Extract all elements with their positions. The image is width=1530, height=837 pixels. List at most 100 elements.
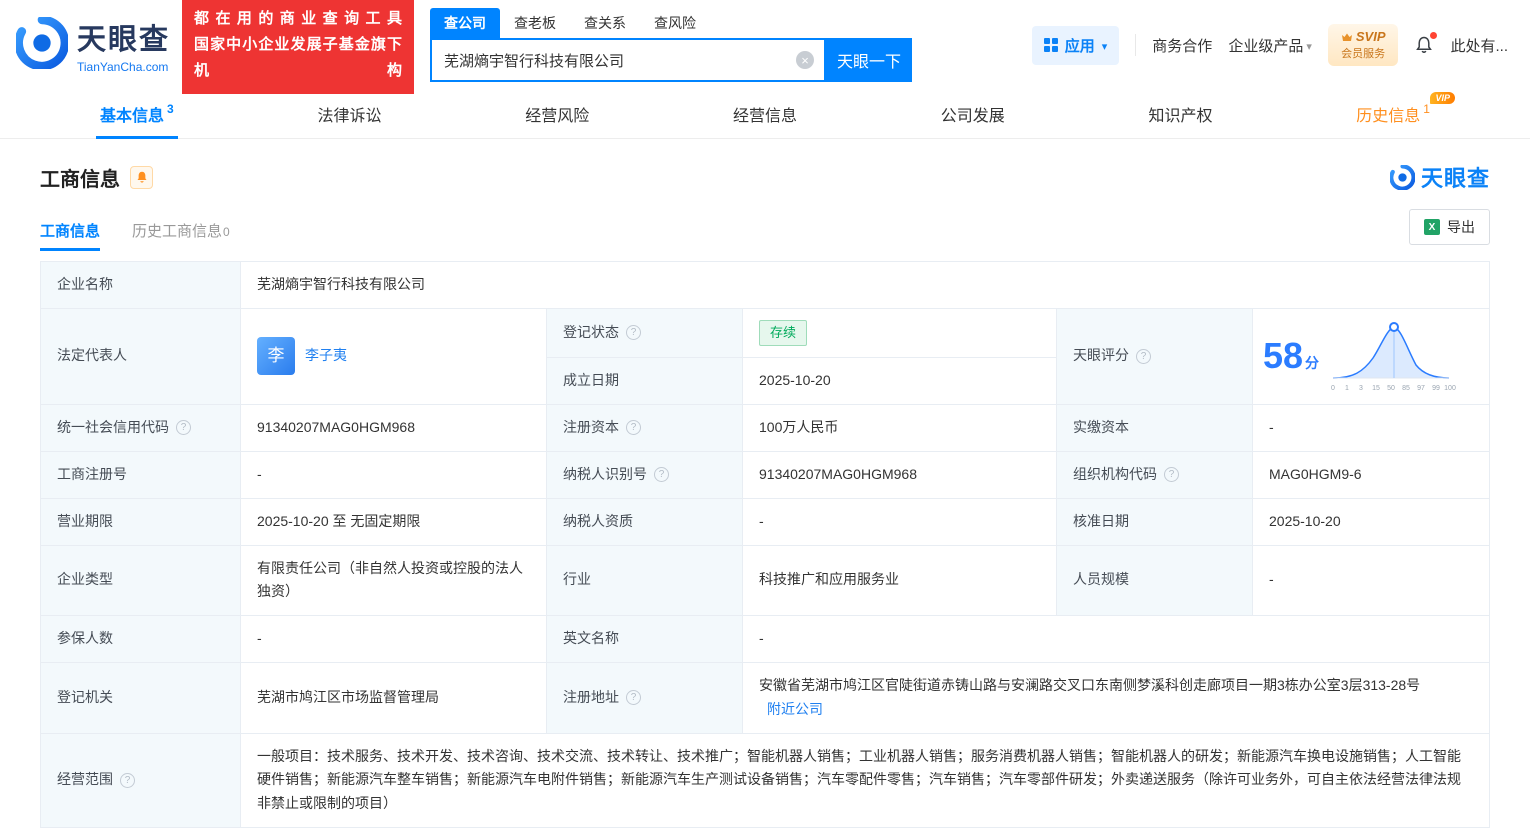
nav-enterprise-products[interactable]: 企业级产品 [1228,35,1312,56]
value-business-term: 2025-10-20 至 无固定期限 [241,498,547,546]
value-approval-date: 2025-10-20 [1253,498,1490,546]
tianyancha-logo[interactable]: 天眼查 TianYanCha.com [14,15,171,74]
score-marker [1389,322,1400,333]
search-tab-risk[interactable]: 查风险 [640,8,710,38]
search-button[interactable]: 天眼一下 [826,38,913,82]
search-tab-company[interactable]: 查公司 [430,8,501,38]
label-org-code: 组织机构代码 [1057,451,1253,499]
help-icon[interactable] [654,467,669,482]
search-input[interactable] [432,51,797,69]
tab-basic-info[interactable]: 基本信息 3 [90,90,184,139]
subtab-business-registration[interactable]: 工商信息 [40,220,101,251]
label-establish-date: 成立日期 [547,357,743,405]
subtab-history-registration[interactable]: 历史工商信息0 [132,220,230,251]
tab-company-development[interactable]: 公司发展 [931,90,1015,138]
help-icon[interactable] [1164,467,1179,482]
chevron-down-icon [1102,37,1108,54]
search-box [430,38,827,82]
value-tianyan-score[interactable]: 58 分 0 1 3 15 50 85 97 99 100 [1253,309,1490,405]
search-tab-relation[interactable]: 查关系 [570,8,640,38]
value-english-name: - [743,616,1490,664]
user-menu[interactable]: 此处有... [1450,35,1508,56]
tab-count: 1 [1423,102,1430,116]
label-tianyan-score: 天眼评分 [1057,309,1253,405]
svg-text:100: 100 [1444,385,1456,392]
label-registration-authority: 登记机关 [41,663,241,734]
value-company-name: 芜湖熵宇智行科技有限公司 [241,262,1490,309]
svip-membership-button[interactable]: SVIP 会员服务 [1327,24,1399,66]
value-paid-capital: - [1253,404,1490,452]
value-taxpayer-quality: - [743,498,1057,546]
svip-sublabel: 会员服务 [1341,48,1386,60]
label-registration-number: 工商注册号 [41,451,241,499]
section-title: 工商信息 [40,168,120,191]
tab-business-info[interactable]: 经营信息 [723,90,807,138]
label-staff-size: 人员规模 [1057,545,1253,617]
help-icon[interactable] [626,325,641,341]
logo-text-cn: 天眼查 [77,24,171,56]
tab-legal-proceedings[interactable]: 法律诉讼 [307,90,391,138]
label-industry: 行业 [547,545,743,617]
help-icon[interactable] [1136,348,1151,364]
business-info-table: 企业名称 芜湖熵宇智行科技有限公司 法定代表人 李 李子夷 登记状态 存续 天眼… [40,261,1490,829]
value-insured-count: - [241,616,547,664]
value-registration-number: - [241,451,547,499]
label-legal-representative: 法定代表人 [41,309,241,405]
tab-intellectual-property[interactable]: 知识产权 [1139,90,1223,138]
svip-label: SVIP [1355,29,1386,44]
label-credit-code: 统一社会信用代码 [41,404,241,452]
promo-banner-line2: 国家中小企业发展子基金旗下机构 [194,35,403,80]
main-content: 工商信息 天眼查 工商信息 历史工商信息0 X 导出 企业名称 芜湖熵宇智行科技… [0,161,1530,829]
top-header: 天眼查 TianYanCha.com 都在用的商业查询工具 国家中小企业发展子基… [0,0,1530,95]
tianyancha-watermark: 天眼查 [1389,161,1490,193]
search-tab-boss[interactable]: 查老板 [500,8,570,38]
value-taxpayer-id: 91340207MAG0HGM968 [743,451,1057,499]
header-right-nav: 应用 商务合作 企业级产品 SVIP 会员服务 此处有... [1031,24,1514,66]
svg-text:97: 97 [1417,385,1425,392]
value-org-code: MAG0HGM9-6 [1253,451,1490,499]
tab-count: 3 [167,102,174,116]
chevron-down-icon [1306,37,1312,54]
legal-rep-link[interactable]: 李子夷 [305,344,347,368]
promo-banner: 都在用的商业查询工具 国家中小企业发展子基金旗下机构 [182,0,415,95]
tab-history-info[interactable]: 历史信息 1 VIP [1346,90,1455,138]
svg-text:99: 99 [1432,385,1440,392]
notification-dot [1430,32,1438,39]
legal-rep-avatar[interactable]: 李 [257,337,295,376]
help-icon[interactable] [626,420,641,435]
value-establish-date: 2025-10-20 [743,357,1057,405]
svg-text:1: 1 [1345,385,1349,392]
tab-operational-risk[interactable]: 经营风险 [515,90,599,138]
svg-text:85: 85 [1402,385,1410,392]
clear-icon[interactable] [796,51,815,69]
help-icon[interactable] [626,690,641,706]
crown-icon [1341,33,1352,41]
help-icon[interactable] [176,420,191,435]
help-icon[interactable] [120,772,135,788]
value-registered-address: 安徽省芜湖市鸠江区官陡街道赤铸山路与安澜路交叉口东南侧梦溪科创走廊项目一期3栋办… [743,663,1490,734]
export-button[interactable]: 导出 [1409,209,1490,245]
excel-icon [1424,219,1440,235]
value-credit-code: 91340207MAG0HGM968 [241,404,547,452]
score-distribution-chart: 0 1 3 15 50 85 97 99 100 [1331,322,1456,392]
label-approval-date: 核准日期 [1057,498,1253,546]
label-registered-capital: 注册资本 [547,404,743,452]
nav-business-cooperation[interactable]: 商务合作 [1152,35,1212,56]
notifications-button[interactable] [1414,32,1438,55]
value-industry: 科技推广和应用服务业 [743,545,1057,617]
value-registration-authority: 芜湖市鸠江区市场监督管理局 [241,663,547,734]
value-registration-status: 存续 [743,309,1057,358]
label-insured-count: 参保人数 [41,616,241,664]
label-business-scope: 经营范围 [41,733,241,829]
apps-menu-label: 应用 [1064,37,1095,55]
label-registration-status: 登记状态 [547,309,743,358]
nearby-companies-link[interactable]: 附近公司 [767,701,823,717]
tianyancha-watermark-icon [1389,164,1415,190]
svg-text:0: 0 [1331,385,1335,392]
svg-text:50: 50 [1387,385,1395,392]
label-business-term: 营业期限 [41,498,241,546]
value-business-scope: 一般项目：技术服务、技术开发、技术咨询、技术交流、技术转让、技术推广；智能机器人… [241,733,1490,829]
apps-menu-button[interactable]: 应用 [1031,25,1120,65]
vip-badge: VIP [1430,92,1455,104]
subscribe-bell-button[interactable] [130,165,153,189]
